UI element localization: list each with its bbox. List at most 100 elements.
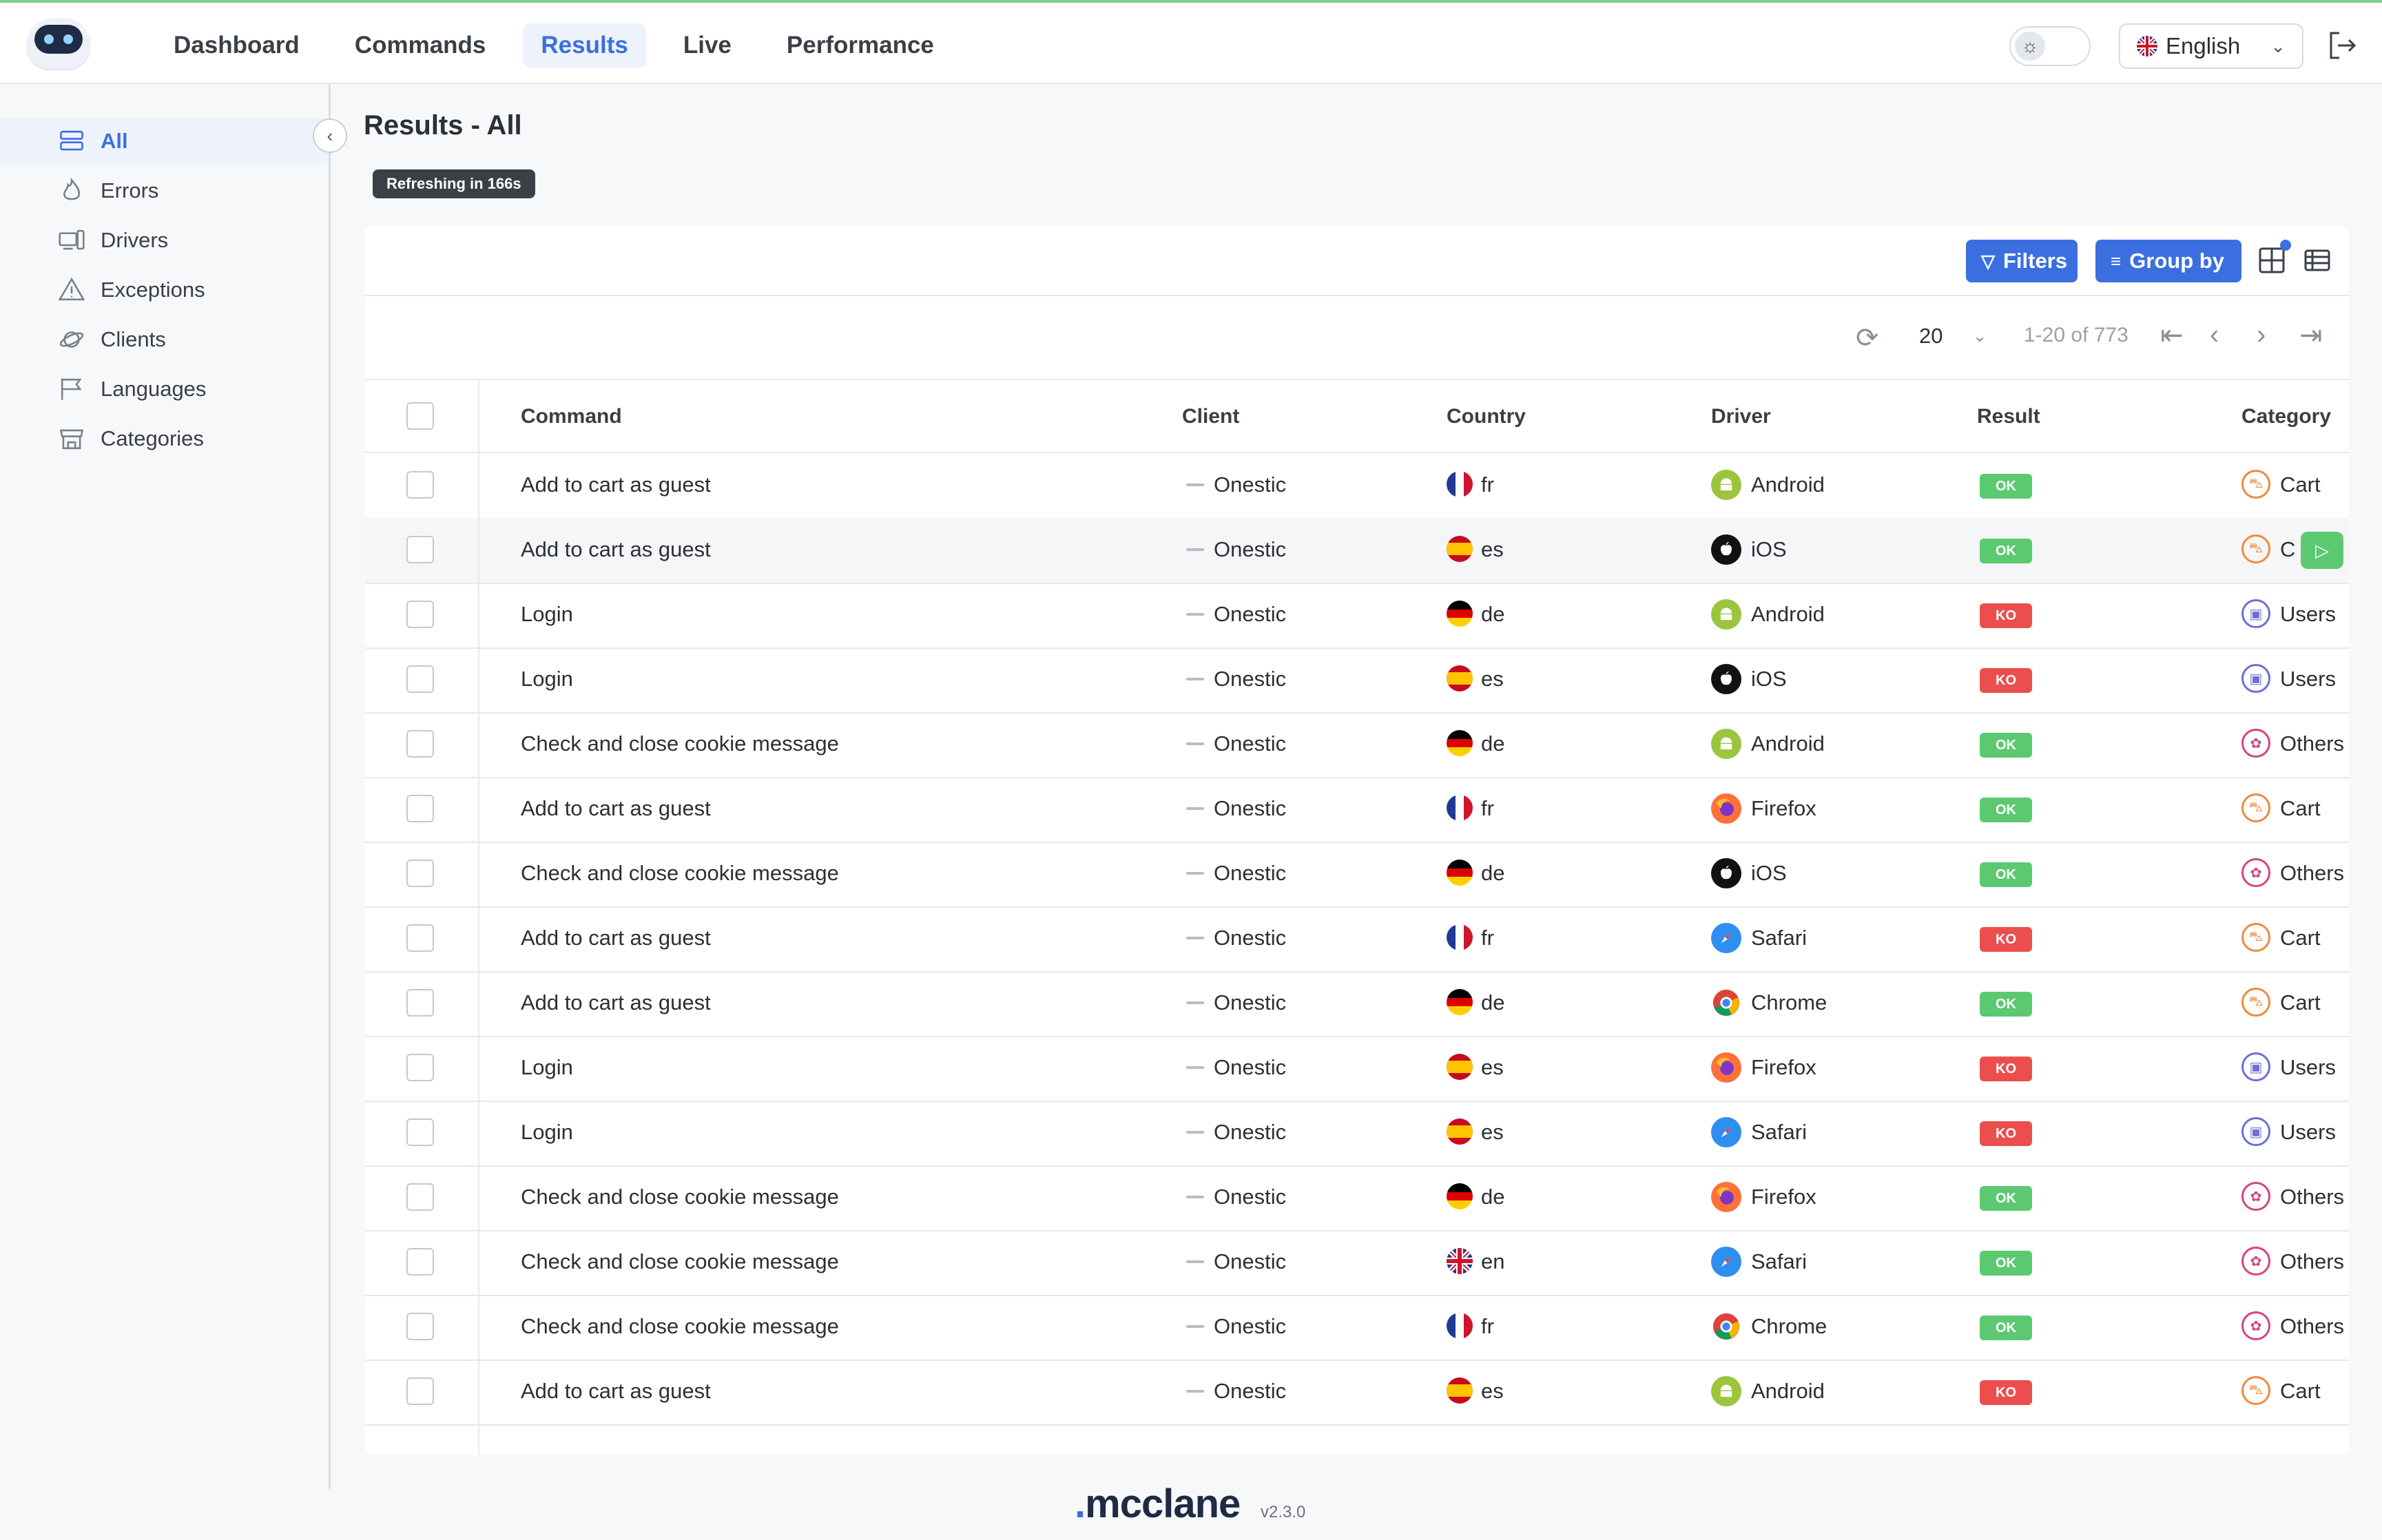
- table-row[interactable]: Add to cart as guest Onestic de Chrome OK ⛍ Ca…: [365, 971, 2349, 1037]
- previous-page-icon[interactable]: ‹: [2210, 320, 2219, 351]
- others-icon: ✿: [2241, 1182, 2270, 1211]
- grid-view-icon[interactable]: [2258, 240, 2291, 274]
- sidebar-item-all[interactable]: All: [0, 118, 328, 164]
- column-header-client[interactable]: Client: [1182, 405, 1239, 428]
- client-logo-icon: [1186, 678, 1204, 680]
- column-header-command[interactable]: Command: [521, 405, 622, 428]
- sidebar-item-languages[interactable]: Languages: [0, 366, 328, 412]
- row-checkbox[interactable]: [406, 1248, 434, 1276]
- client-cell: Onestic: [1214, 926, 1287, 950]
- sidebar-item-exceptions[interactable]: Exceptions: [0, 267, 328, 313]
- driver-cell: Firefox: [1751, 796, 1816, 820]
- row-checkbox[interactable]: [406, 924, 434, 952]
- logout-icon[interactable]: [2327, 29, 2357, 62]
- command-cell: Login: [521, 1055, 573, 1079]
- first-page-icon[interactable]: ⇤: [2160, 320, 2184, 351]
- client-cell: Onestic: [1214, 537, 1287, 561]
- table-row[interactable]: Add to cart as guest Onestic fr Firefox OK ⛍ C…: [365, 777, 2349, 843]
- column-header-driver[interactable]: Driver: [1711, 405, 1771, 428]
- client-logo-icon: [1186, 1001, 1204, 1004]
- row-checkbox[interactable]: [406, 536, 434, 563]
- client-logo-icon: [1186, 937, 1204, 939]
- flag-de-icon: [1447, 1183, 1473, 1209]
- last-page-icon[interactable]: ⇥: [2299, 320, 2323, 351]
- command-cell: Check and close cookie message: [521, 1185, 839, 1209]
- driver-cell: iOS: [1751, 537, 1787, 561]
- next-page-icon[interactable]: ›: [2257, 320, 2266, 351]
- nav-dashboard[interactable]: Dashboard: [156, 23, 318, 67]
- row-checkbox[interactable]: [406, 1313, 434, 1340]
- play-icon[interactable]: ▷: [2301, 532, 2343, 569]
- row-checkbox[interactable]: [406, 1118, 434, 1146]
- row-checkbox[interactable]: [406, 1377, 434, 1405]
- table-row[interactable]: Add to cart as guest Onestic fr Safari KO ⛍ Ca…: [365, 906, 2349, 972]
- command-cell: Add to cart as guest: [521, 1379, 711, 1403]
- results-toolbar: ▽ Filters ≡ Group by: [365, 226, 2349, 296]
- sidebar-item-drivers[interactable]: Drivers: [0, 218, 328, 263]
- sidebar-item-label: Clients: [101, 327, 166, 351]
- filters-button[interactable]: ▽ Filters: [1966, 240, 2078, 282]
- column-header-category[interactable]: Category: [2241, 405, 2331, 428]
- column-header-result[interactable]: Result: [1977, 405, 2040, 428]
- table-row[interactable]: Login Onestic es iOS KO ▣ Users: [365, 647, 2349, 714]
- command-cell: Add to cart as guest: [521, 472, 711, 497]
- table-row[interactable]: Add to cart as guest Onestic es iOS OK ⛍ C ▷: [365, 518, 2349, 584]
- table-row[interactable]: Check and close cookie message Onestic de i…: [365, 842, 2349, 908]
- chevron-down-icon[interactable]: ⌄: [1973, 326, 1987, 346]
- result-badge: KO: [1980, 927, 2032, 952]
- row-checkbox[interactable]: [406, 1183, 434, 1211]
- client-cell: Onestic: [1214, 1249, 1287, 1273]
- table-row[interactable]: Check and close cookie message Onestic fr C…: [365, 1295, 2349, 1361]
- row-checkbox[interactable]: [406, 860, 434, 887]
- table-row[interactable]: Login Onestic es Firefox KO ▣ Users: [365, 1036, 2349, 1102]
- cart-icon: ⛍: [2241, 470, 2270, 499]
- table-row[interactable]: Login Onestic de Android KO ▣ Users: [365, 583, 2349, 649]
- collapse-sidebar-button[interactable]: ‹: [313, 118, 347, 153]
- sidebar-item-label: Exceptions: [101, 278, 205, 302]
- page-size-select[interactable]: 20: [1919, 324, 1943, 348]
- client-cell: Onestic: [1214, 1379, 1287, 1403]
- select-all-checkbox[interactable]: [406, 402, 434, 430]
- sidebar-item-categories[interactable]: Categories: [0, 416, 328, 461]
- row-checkbox[interactable]: [406, 471, 434, 499]
- category-cell: Users: [2280, 602, 2336, 626]
- app-logo-icon[interactable]: [26, 18, 91, 69]
- table-row[interactable]: Login Onestic es Safari KO ▣ Users: [365, 1101, 2349, 1167]
- refresh-icon[interactable]: ⟳: [1856, 322, 1879, 354]
- table-row[interactable]: Check and close cookie message Onestic de F…: [365, 1165, 2349, 1231]
- group-by-button[interactable]: ≡ Group by: [2095, 240, 2241, 282]
- result-badge: KO: [1980, 1057, 2032, 1081]
- row-checkbox[interactable]: [406, 1054, 434, 1081]
- android-icon: [1711, 470, 1741, 500]
- column-header-country[interactable]: Country: [1447, 405, 1526, 428]
- nav-live[interactable]: Live: [665, 23, 749, 67]
- sidebar-item-errors[interactable]: Errors: [0, 168, 328, 214]
- nav-performance[interactable]: Performance: [769, 23, 952, 67]
- nav-results[interactable]: Results: [523, 23, 646, 67]
- sidebar-item-clients[interactable]: Clients: [0, 317, 328, 362]
- row-checkbox[interactable]: [406, 989, 434, 1017]
- driver-cell: Android: [1751, 731, 1825, 756]
- main-nav: Dashboard Commands Results Live Performance: [156, 23, 952, 67]
- row-checkbox[interactable]: [406, 795, 434, 822]
- flag-es-icon: [1447, 1377, 1473, 1404]
- driver-cell: Safari: [1751, 1120, 1807, 1144]
- country-cell: es: [1481, 1120, 1504, 1144]
- row-checkbox[interactable]: [406, 730, 434, 758]
- command-cell: Check and close cookie message: [521, 861, 839, 885]
- top-navigation-bar: Dashboard Commands Results Live Performance …: [0, 0, 2382, 84]
- client-cell: Onestic: [1214, 861, 1287, 885]
- row-checkbox[interactable]: [406, 665, 434, 693]
- language-select[interactable]: English ⌄: [2119, 23, 2303, 69]
- table-row[interactable]: Add to cart as guest Onestic es Android KO ⛍ C…: [365, 1360, 2349, 1426]
- row-checkbox[interactable]: [406, 601, 434, 628]
- table-row[interactable]: Add to cart as guest Onestic fr Android OK ⛍ C…: [365, 453, 2349, 519]
- table-row[interactable]: Check and close cookie message Onestic de A…: [365, 712, 2349, 778]
- table-row[interactable]: Check and close cookie message Onestic en S…: [365, 1230, 2349, 1296]
- theme-toggle[interactable]: ☼: [2009, 26, 2091, 66]
- table-view-icon[interactable]: [2303, 247, 2331, 274]
- page-title: Results - All: [364, 110, 522, 141]
- client-logo-icon: [1186, 1196, 1204, 1198]
- nav-commands[interactable]: Commands: [337, 23, 504, 67]
- category-cell: Others: [2280, 731, 2345, 756]
